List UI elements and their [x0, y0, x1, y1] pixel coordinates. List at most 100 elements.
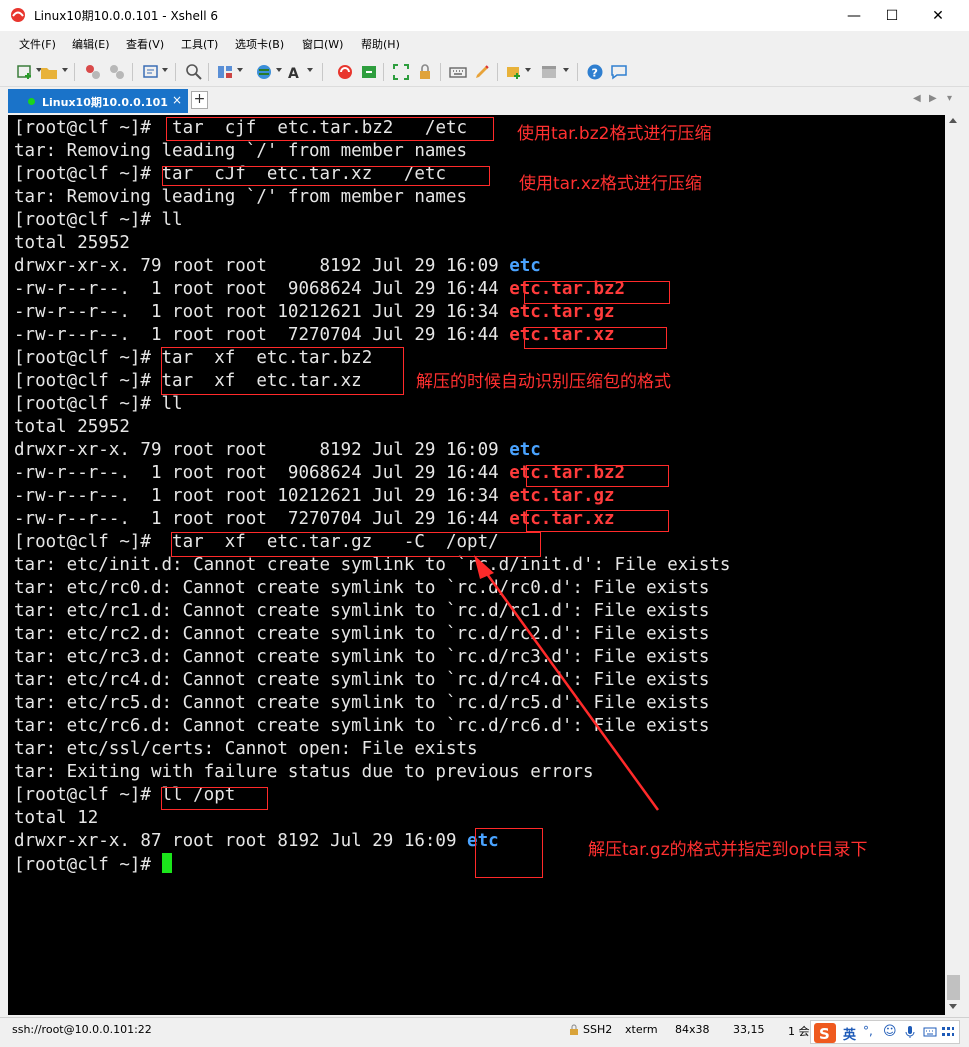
menu-edit[interactable]: 编辑(E)	[72, 36, 110, 52]
tab-session[interactable]: Linux10期10.0.0.101 ×	[8, 89, 188, 113]
globe-icon[interactable]	[255, 63, 273, 81]
xshell-window: Linux10期10.0.0.101 - Xshell 6 — ☐ ✕ 文件(F…	[0, 0, 969, 1047]
search-icon[interactable]	[185, 63, 203, 81]
shell-prompt: [root@clf ~]#	[14, 118, 162, 138]
chevron-down-icon[interactable]	[62, 68, 68, 72]
annotation-box	[166, 117, 494, 141]
window-title: Linux10期10.0.0.101 - Xshell 6	[34, 9, 219, 23]
command-output: tar: etc/rc4.d: Cannot create symlink to…	[14, 670, 710, 690]
keyboard-icon[interactable]	[923, 1026, 937, 1038]
command-output: -rw-r--r--. 1 root root 7270704 Jul 29 1…	[14, 325, 510, 345]
chevron-down-icon[interactable]	[162, 68, 168, 72]
menu-help[interactable]: 帮助(H)	[361, 36, 400, 52]
tab-close-button[interactable]: ×	[172, 93, 182, 107]
command-output: total 12	[14, 808, 99, 828]
terminal-view[interactable]: [root@clf ~]# tar cjf etc.tar.bz2 /etc ta…	[8, 115, 945, 1015]
terminal-line: total 12	[14, 807, 730, 830]
lock-icon[interactable]	[416, 63, 434, 81]
status-connection: ssh://root@10.0.0.101:22	[12, 1023, 152, 1036]
xftp-icon[interactable]	[360, 63, 378, 81]
reconnect-icon[interactable]	[108, 63, 126, 81]
command-output: -rw-r--r--. 1 root root 10212621 Jul 29 …	[14, 486, 510, 506]
archive-file-name: etc.tar.gz	[509, 486, 615, 506]
svg-text:A: A	[288, 66, 299, 81]
command-output: tar: Exiting with failure status due to …	[14, 762, 594, 782]
menu-window[interactable]: 窗口(W)	[302, 36, 343, 52]
annotation-box	[524, 327, 667, 349]
ime-language[interactable]: 英	[843, 1024, 856, 1043]
terminal-scrollbar[interactable]	[945, 115, 962, 1015]
command-output: -rw-r--r--. 1 root root 10212621 Jul 29 …	[14, 302, 510, 322]
status-protocol: SSH2	[583, 1023, 613, 1036]
svg-text:S: S	[819, 1025, 830, 1043]
microphone-icon[interactable]	[905, 1025, 915, 1039]
menu-file[interactable]: 文件(F)	[19, 36, 56, 52]
xshell-icon[interactable]	[336, 63, 354, 81]
grid-menu-icon[interactable]	[941, 1026, 955, 1038]
toolbar-separator	[175, 63, 176, 81]
highlight-pen-icon[interactable]	[473, 63, 491, 81]
command-output: -rw-r--r--. 1 root root 7270704 Jul 29 1…	[14, 509, 510, 529]
font-icon[interactable]: A	[286, 63, 304, 81]
window-layout-icon[interactable]	[540, 63, 558, 81]
toolbar-separator	[440, 63, 441, 81]
annotation-box	[475, 828, 543, 878]
shell-prompt: [root@clf ~]#	[14, 348, 162, 368]
scroll-up-icon[interactable]	[949, 118, 957, 123]
new-session-icon[interactable]	[16, 63, 34, 81]
disconnect-icon[interactable]	[84, 63, 102, 81]
tab-next-icon[interactable]: ▶	[929, 93, 937, 104]
terminal-line: [root@clf ~]# ll /opt	[14, 784, 730, 807]
shell-prompt: [root@clf ~]#	[14, 855, 162, 875]
scrollbar-thumb[interactable]	[947, 975, 960, 1000]
chevron-down-icon[interactable]	[525, 68, 531, 72]
terminal-line: tar: Exiting with failure status due to …	[14, 761, 730, 784]
command-output: tar: Removing leading `/' from member na…	[14, 187, 468, 207]
svg-text:?: ?	[592, 67, 598, 80]
tab-prev-icon[interactable]: ◀	[913, 93, 921, 104]
menu-tools[interactable]: 工具(T)	[181, 36, 218, 52]
terminal-line: [root@clf ~]# ll	[14, 393, 730, 416]
terminal-line: [root@clf ~]# ll	[14, 209, 730, 232]
emoji-icon[interactable]: ☺	[883, 1024, 897, 1039]
terminal-line: drwxr-xr-x. 79 root root 8192 Jul 29 16:…	[14, 255, 730, 278]
menu-tabs[interactable]: 选项卡(B)	[235, 36, 284, 52]
keyboard-icon[interactable]	[449, 63, 467, 81]
chevron-down-icon[interactable]	[276, 68, 282, 72]
punctuation-icon[interactable]: °,	[863, 1024, 873, 1038]
command-output: tar: etc/rc1.d: Cannot create symlink to…	[14, 601, 710, 621]
toolbar-separator	[577, 63, 578, 81]
command-output: tar: etc/rc6.d: Cannot create symlink to…	[14, 716, 710, 736]
properties-icon[interactable]	[142, 63, 160, 81]
help-icon[interactable]: ?	[586, 63, 604, 81]
toolbar-separator	[383, 63, 384, 81]
terminal-line: tar: etc/ssl/certs: Cannot open: File ex…	[14, 738, 730, 761]
ime-toolbar[interactable]: S 英 °, ☺	[810, 1020, 960, 1044]
title-bar: Linux10期10.0.0.101 - Xshell 6 — ☐ ✕	[0, 0, 969, 31]
add-session-icon[interactable]	[505, 63, 523, 81]
chevron-down-icon[interactable]	[563, 68, 569, 72]
minimize-icon: —	[847, 7, 861, 24]
status-term-type: xterm	[625, 1023, 658, 1036]
sogou-logo-icon[interactable]: S	[814, 1023, 836, 1043]
toolbar-separator	[322, 63, 323, 81]
chevron-down-icon[interactable]	[307, 68, 313, 72]
menu-view[interactable]: 查看(V)	[126, 36, 164, 52]
layout-icon[interactable]	[216, 63, 234, 81]
fullscreen-icon[interactable]	[392, 63, 410, 81]
scroll-down-icon[interactable]	[949, 1004, 957, 1009]
add-tab-button[interactable]: +	[191, 91, 208, 109]
tab-menu-icon[interactable]: ▾	[947, 93, 952, 104]
terminal-line: tar: etc/rc2.d: Cannot create symlink to…	[14, 623, 730, 646]
annotation-box	[526, 510, 669, 532]
close-button[interactable]: ✕	[915, 0, 961, 31]
directory-name: etc	[509, 440, 541, 460]
status-cursor-pos: 33,15	[733, 1023, 765, 1036]
chevron-down-icon[interactable]	[237, 68, 243, 72]
chat-icon[interactable]	[610, 63, 628, 81]
command-output: tar: etc/init.d: Cannot create symlink t…	[14, 555, 731, 575]
open-folder-icon[interactable]	[40, 63, 58, 81]
terminal-line: total 25952	[14, 416, 730, 439]
maximize-button[interactable]: ☐	[869, 0, 915, 31]
shell-prompt: [root@clf ~]#	[14, 394, 162, 414]
